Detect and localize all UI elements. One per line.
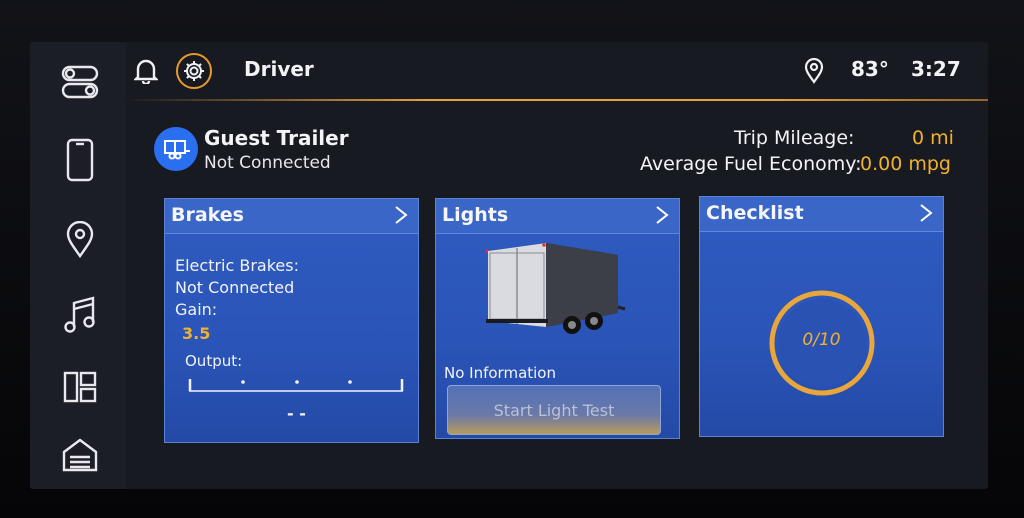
phone-icon[interactable] (60, 138, 100, 182)
trip-mileage-label: Trip Mileage: (734, 127, 855, 149)
gear-icon[interactable] (176, 53, 212, 89)
top-bar: Driver 83° 3:27 (126, 42, 988, 100)
gain-value: 3.5 (182, 324, 211, 343)
output-gauge (187, 377, 405, 393)
trailer-status: Not Connected (204, 153, 331, 173)
trailer-name: Guest Trailer (204, 126, 349, 150)
lights-card-title: Lights (442, 204, 509, 226)
electric-brakes-status: Not Connected (175, 278, 295, 297)
brakes-card-header: Brakes (165, 199, 418, 234)
gain-label: Gain: (175, 300, 218, 319)
electric-brakes-label: Electric Brakes: (175, 256, 299, 275)
toggle-icon[interactable] (60, 62, 100, 102)
page-title: Driver (244, 57, 314, 81)
lights-info: No Information (444, 364, 556, 382)
checklist-card-title: Checklist (706, 202, 804, 224)
screen-bezel: Driver 83° 3:27 Guest Trailer Not Connec… (0, 0, 1024, 518)
trailer-illustration (484, 241, 626, 341)
start-light-test-button[interactable]: Start Light Test (447, 385, 661, 435)
checklist-card-header: Checklist (700, 197, 943, 232)
temperature: 83° (851, 57, 889, 81)
lights-card-header: Lights (436, 199, 679, 234)
chevron-right-icon[interactable] (919, 203, 933, 227)
lights-card[interactable]: Lights No Information Start Light Test (435, 198, 680, 439)
fuel-economy-label: Average Fuel Economy: (640, 153, 862, 175)
output-value: - - (287, 404, 306, 423)
bell-icon[interactable] (133, 58, 159, 88)
checklist-progress-text: 0/10 (802, 330, 841, 350)
clock: 3:27 (911, 57, 961, 81)
location-pin-icon[interactable] (60, 220, 100, 260)
trip-mileage-value: 0 mi (912, 127, 954, 149)
brakes-card-title: Brakes (171, 204, 244, 226)
apps-grid-icon[interactable] (60, 367, 100, 407)
trailer-icon (154, 127, 198, 171)
fuel-economy-value: 0.00 mpg (860, 153, 951, 175)
home-icon[interactable] (60, 435, 100, 475)
brakes-card[interactable]: Brakes Electric Brakes: Not Connected Ga… (164, 198, 419, 443)
sidebar (30, 42, 126, 489)
chevron-right-icon[interactable] (394, 205, 408, 229)
accent-divider (126, 99, 988, 101)
chevron-right-icon[interactable] (655, 205, 669, 229)
infotainment-screen: Driver 83° 3:27 Guest Trailer Not Connec… (30, 42, 988, 489)
output-label: Output: (185, 352, 243, 370)
location-icon (804, 57, 824, 88)
checklist-card[interactable]: Checklist 0/10 (699, 196, 944, 437)
music-note-icon[interactable] (60, 295, 100, 335)
